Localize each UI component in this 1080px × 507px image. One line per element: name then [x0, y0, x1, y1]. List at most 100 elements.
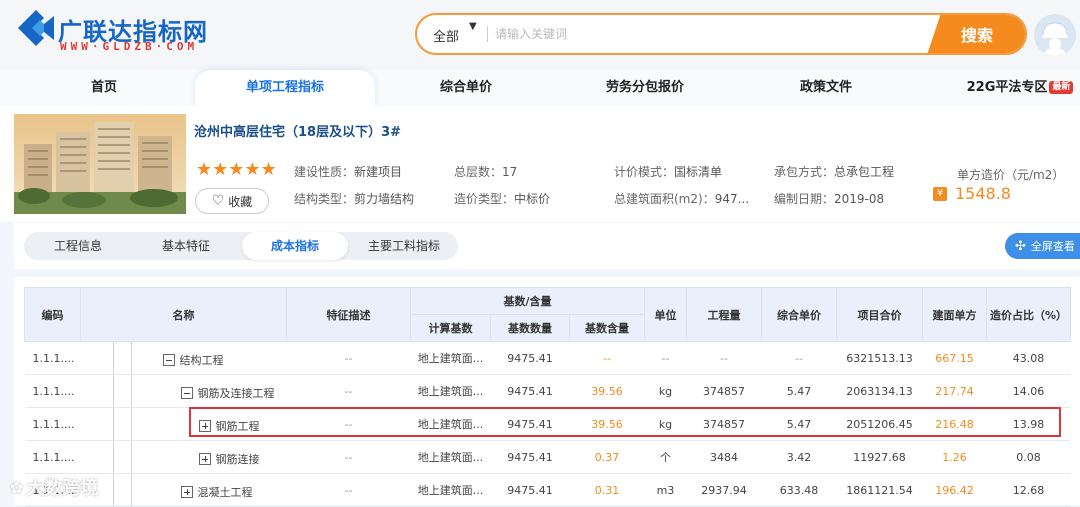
nav-item-single-project[interactable]: 单项工程指标 — [195, 70, 375, 106]
th-total: 项目合价 — [836, 287, 923, 342]
nav-item-22g[interactable]: 22G平法专区 最新 — [962, 70, 1078, 106]
table-row[interactable]: 1.1.1.... 结构工程 -- 地上建筑面... 9475.41 -- --… — [24, 341, 1071, 375]
cell-quantity: -- — [686, 341, 762, 375]
cell-base-qty: 9475.41 — [490, 407, 570, 441]
cell-unit-price: 5.47 — [761, 374, 837, 408]
fullscreen-label: 全屏查看 — [1030, 240, 1075, 253]
tree-node: 结构工程 — [162, 352, 224, 368]
cell-unit-price: 3.42 — [761, 440, 837, 474]
nav-item-labor-quote[interactable]: 劳务分包报价 — [590, 70, 700, 106]
tree-line — [112, 375, 114, 407]
cell-feature: -- — [286, 407, 411, 441]
cell-ratio: 0.08 — [986, 440, 1071, 474]
user-avatar[interactable] — [1034, 14, 1076, 56]
nav-item-unit-price[interactable]: 综合单价 — [420, 70, 512, 106]
cell-ratio: 43.08 — [986, 341, 1071, 375]
cell-total: 2063134.13 — [836, 374, 923, 408]
favorite-button[interactable]: ♡ 收藏 — [195, 188, 269, 214]
th-calc-base: 计算基数 — [410, 314, 491, 342]
chevron-down-icon[interactable]: ▼ — [469, 21, 477, 32]
cell-area-price: 1.26 — [922, 440, 987, 474]
search-divider — [487, 26, 488, 42]
table-row[interactable]: 1.1.1.... 钢筋工程 -- 地上建筑面... 9475.41 39.56… — [24, 407, 1071, 441]
cell-area-price: 196.42 — [922, 473, 987, 507]
cell-feature: -- — [286, 374, 411, 408]
cell-name: 结构工程 — [80, 341, 287, 375]
search-button[interactable]: 搜索 — [927, 15, 1025, 53]
main-nav: 首页 单项工程指标 综合单价 劳务分包报价 政策文件 22G平法专区 最新 — [0, 70, 1080, 106]
collapse-icon[interactable] — [162, 354, 175, 366]
cell-area-price: 217.74 — [922, 374, 987, 408]
tree-node: 混凝土工程 — [180, 484, 253, 500]
site-logo[interactable]: 广联达指标网 WWW·GLDZB·COM — [14, 8, 234, 54]
cell-name: 钢筋及连接工程 — [80, 374, 287, 408]
fullscreen-button[interactable]: ✣ 全屏查看 — [1005, 233, 1080, 259]
cell-feature: -- — [286, 473, 411, 507]
expand-icon[interactable] — [198, 453, 211, 465]
cost-index-table: 编码 名称 特征描述 基数/含量 单位 工程量 综合单价 项目合价 建面单方 造… — [24, 287, 1071, 507]
cell-total: 1861121.54 — [836, 473, 923, 507]
cell-base-qty: 9475.41 — [490, 374, 570, 408]
cell-name: 钢筋连接 — [80, 440, 287, 474]
tree-line — [112, 474, 114, 506]
meta-label: 承包方式： — [774, 165, 835, 179]
row-name: 钢筋工程 — [215, 420, 260, 433]
cell-base-content: 39.56 — [569, 374, 645, 408]
meta-value: 剪力墙结构 — [354, 192, 415, 206]
cell-unit: m3 — [644, 473, 687, 507]
tab-project-info[interactable]: 工程信息 — [28, 232, 128, 260]
project-title[interactable]: 沧州中高层住宅（18层及以下）3# — [194, 121, 401, 140]
collapse-icon[interactable] — [180, 387, 193, 399]
unit-price-value: 1548.8 — [955, 184, 1011, 203]
cell-unit: 个 — [644, 440, 687, 474]
tree-line — [130, 474, 132, 506]
table-row[interactable]: 1.1.1.... 钢筋及连接工程 -- 地上建筑面... 9475.41 39… — [24, 374, 1071, 408]
expand-icon[interactable] — [180, 486, 193, 498]
nav-item-policy[interactable]: 政策文件 — [780, 70, 872, 106]
search-scope-select[interactable]: 全部 — [433, 26, 459, 45]
cell-total: 6321513.13 — [836, 341, 923, 375]
cell-unit-price: -- — [761, 341, 837, 375]
cell-quantity: 374857 — [686, 374, 762, 408]
watermark: ✿ 大数跨境 — [10, 474, 98, 500]
tab-basic-features[interactable]: 基本特征 — [136, 232, 236, 260]
nav-item-home[interactable]: 首页 — [62, 70, 146, 106]
cell-code: 1.1.1.... — [24, 407, 81, 441]
heart-icon: ♡ — [211, 193, 225, 209]
th-feature: 特征描述 — [286, 287, 411, 342]
cell-ratio: 14.06 — [986, 374, 1071, 408]
watermark-text: 大数跨境 — [26, 478, 99, 499]
cell-code: 1.1.1.... — [24, 341, 81, 375]
th-base-group: 基数/含量 — [410, 287, 645, 315]
tab-material-index[interactable]: 主要工料指标 — [354, 232, 454, 260]
cell-unit-price: 5.47 — [761, 407, 837, 441]
tab-cost-index[interactable]: 成本指标 — [242, 232, 348, 260]
meta-label: 计价模式： — [614, 165, 675, 179]
meta-value: 新建项目 — [354, 165, 403, 179]
search-input[interactable] — [495, 22, 915, 46]
meta-label: 造价类型： — [454, 192, 515, 206]
cell-ratio: 12.68 — [986, 473, 1071, 507]
cell-base-content: 39.56 — [569, 407, 645, 441]
tree-line — [112, 408, 114, 440]
user-avatar-icon — [1034, 14, 1076, 56]
cell-base-content: 0.31 — [569, 473, 645, 507]
table-row[interactable]: 1.1.1.... 钢筋连接 -- 地上建筑面... 9475.41 0.37 … — [24, 440, 1071, 474]
row-name: 结构工程 — [179, 354, 224, 367]
cost-index-table-wrap: 编码 名称 特征描述 基数/含量 单位 工程量 综合单价 项目合价 建面单方 造… — [14, 277, 1080, 507]
cell-calc-base: 地上建筑面... — [410, 407, 491, 441]
cell-total: 2051206.45 — [836, 407, 923, 441]
meta-label: 结构类型： — [294, 192, 355, 206]
meta-value: 947... — [714, 192, 750, 206]
cell-name: 钢筋工程 — [80, 407, 287, 441]
cell-calc-base: 地上建筑面... — [410, 374, 491, 408]
expand-icon[interactable] — [198, 420, 211, 432]
meta-construction-nature: 建设性质：新建项目 — [294, 163, 402, 180]
cell-base-qty: 9475.41 — [490, 473, 570, 507]
th-base-content: 基数含量 — [569, 314, 645, 342]
meta-label: 总层数： — [454, 165, 503, 179]
project-image — [14, 114, 186, 214]
meta-value: 国标清单 — [674, 165, 723, 179]
table-row[interactable]: 1.1.1.... 混凝土工程 -- 地上建筑面... 9475.41 0.31… — [24, 473, 1071, 507]
cell-code: 1.1.1.... — [24, 374, 81, 408]
